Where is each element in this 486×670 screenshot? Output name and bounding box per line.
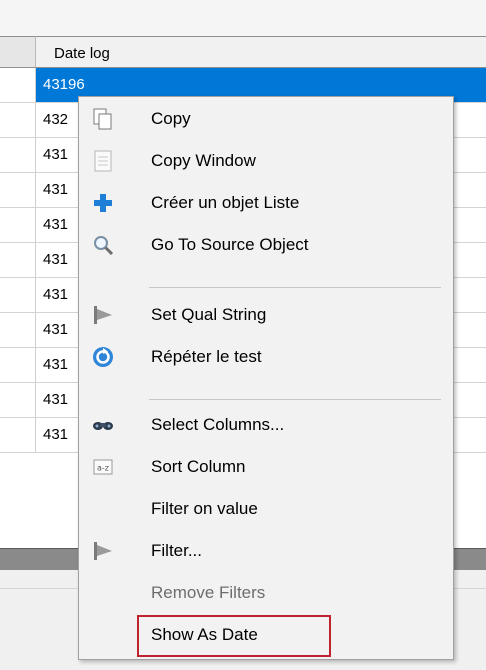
menu-item-label: Set Qual String: [151, 305, 267, 324]
top-strip: [0, 0, 486, 36]
document-icon: [91, 149, 115, 173]
row-header-corner: [0, 36, 36, 68]
magnifier-icon: [91, 233, 115, 257]
cell-value: 431: [43, 181, 69, 198]
binoculars-icon: [91, 413, 115, 437]
menu-item-filter[interactable]: Filter...: [79, 531, 453, 571]
menu-item-label: Filter on value: [151, 499, 258, 518]
row-left-cell: [0, 348, 36, 382]
plus-icon: [91, 191, 115, 215]
menu-item-create-list-object[interactable]: Créer un objet Liste: [79, 183, 453, 223]
menu-item-select-columns[interactable]: Select Columns...: [79, 405, 453, 445]
menu-item-filter-on-value[interactable]: Filter on value: [79, 489, 453, 529]
cell-value: 431: [43, 286, 69, 303]
row-left-cell: [0, 383, 36, 417]
menu-item-label: Go To Source Object: [151, 235, 309, 254]
svg-text:a-z: a-z: [97, 464, 109, 473]
menu-item-label: Répéter le test: [151, 347, 262, 366]
menu-item-label: Remove Filters: [151, 583, 266, 602]
flag-icon: [91, 539, 115, 563]
highlight-box: [137, 615, 331, 657]
menu-separator: [149, 399, 441, 400]
menu-item-label: Select Columns...: [151, 415, 285, 434]
cell-value: 43196: [43, 76, 85, 93]
menu-item-remove-filters[interactable]: Remove Filters: [79, 573, 453, 613]
row-left-cell: [0, 68, 36, 102]
menu-item-label: Copy Window: [151, 151, 256, 170]
context-menu: Copy Copy Window Créer un objet Liste Go…: [78, 96, 454, 660]
row-left-cell: [0, 243, 36, 277]
copy-icon: [91, 107, 115, 131]
menu-item-copy[interactable]: Copy: [79, 99, 453, 139]
row-left-cell: [0, 208, 36, 242]
menu-item-label: Filter...: [151, 541, 203, 560]
cell-value: 431: [43, 216, 69, 233]
menu-item-repeat-test[interactable]: Répéter le test: [79, 337, 453, 377]
cell-value: 432: [43, 111, 69, 128]
row-left-cell: [0, 138, 36, 172]
flag-icon: [91, 303, 115, 327]
menu-item-go-to-source[interactable]: Go To Source Object: [79, 225, 453, 265]
menu-item-label: Copy: [151, 109, 191, 128]
menu-item-set-qual-string[interactable]: Set Qual String: [79, 295, 453, 335]
column-header-label: Date log: [54, 45, 110, 62]
sort-az-icon: a-z: [91, 455, 115, 479]
cell-value: 431: [43, 426, 69, 443]
row-left-cell: [0, 173, 36, 207]
cell-value: 431: [43, 356, 69, 373]
row-left-cell: [0, 313, 36, 347]
menu-item-copy-window[interactable]: Copy Window: [79, 141, 453, 181]
cell-value: 431: [43, 321, 69, 338]
menu-item-sort-column[interactable]: a-z Sort Column: [79, 447, 453, 487]
menu-item-label: Sort Column: [151, 457, 246, 476]
column-header-date-log[interactable]: Date log: [36, 36, 486, 68]
cell-value: 431: [43, 251, 69, 268]
menu-separator: [149, 287, 441, 288]
row-left-cell: [0, 418, 36, 452]
row-left-cell: [0, 278, 36, 312]
cell-value: 431: [43, 391, 69, 408]
cell-value: 431: [43, 146, 69, 163]
menu-item-label: Créer un objet Liste: [151, 193, 300, 212]
row-left-cell: [0, 103, 36, 137]
refresh-icon: [91, 345, 115, 369]
